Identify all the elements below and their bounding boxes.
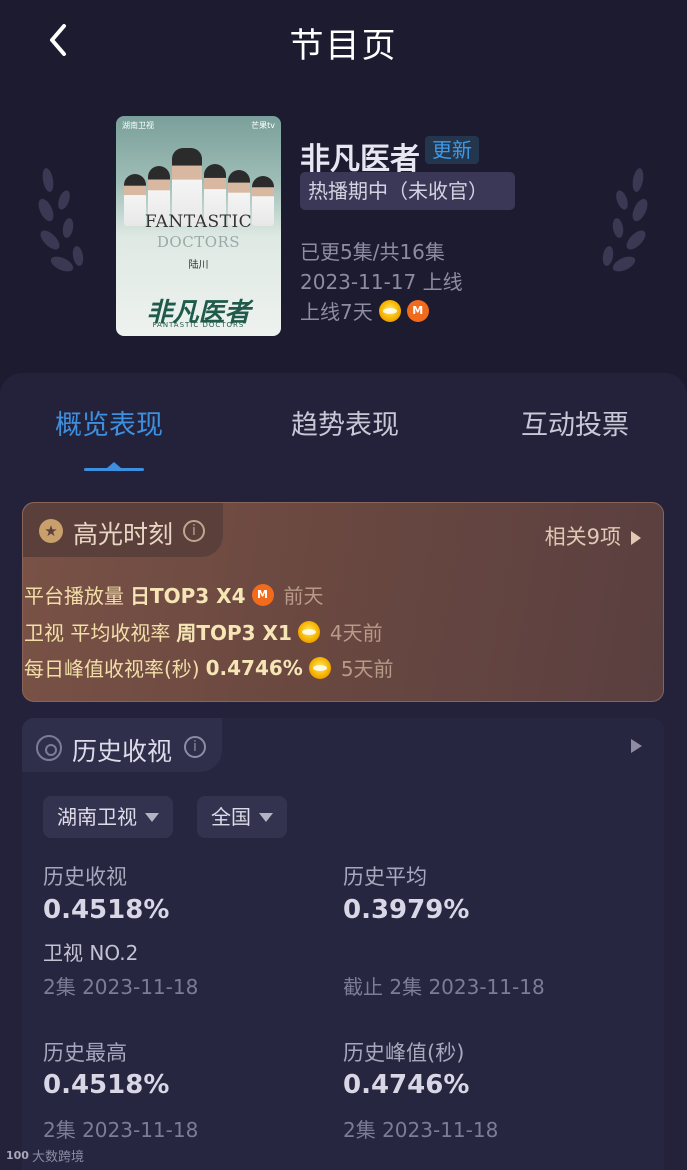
stat-label: 历史最高 xyxy=(43,1041,127,1065)
stat-sub: 截止 2集 2023-11-18 xyxy=(343,975,545,999)
highlight-row: 平台播放量 日TOP3 X4 M 前天 xyxy=(24,583,324,608)
stat-rank: 卫视 NO.2 xyxy=(43,941,139,965)
info-icon[interactable]: i xyxy=(183,520,205,542)
laurel-left-icon xyxy=(38,168,84,272)
days-online-row: 上线7天 M xyxy=(300,296,429,325)
stat-label: 历史平均 xyxy=(343,865,427,889)
hunan-tv-icon xyxy=(297,620,320,643)
watermark: 100 大数跨境 xyxy=(6,1149,84,1165)
release-date: 2023-11-17 上线 xyxy=(300,270,463,294)
days-online: 上线7天 xyxy=(300,300,373,324)
tab-bar: 概览表现 趋势表现 互动投票 xyxy=(0,403,687,473)
tab-vote[interactable]: 互动投票 xyxy=(521,403,629,442)
header-bar: 节目页 xyxy=(0,0,687,90)
highlight-row: 卫视 平均收视率 周TOP3 X1 4天前 xyxy=(24,620,383,645)
show-poster[interactable]: 湖南卫视 芒果tv FANTASTIC DOCTORS 陆川 非凡医者 FANT… xyxy=(116,116,281,336)
history-title: 历史收视 xyxy=(72,737,173,766)
caret-down-icon xyxy=(259,812,273,822)
stat-value: 0.4518% xyxy=(43,895,170,925)
stat-sub: 2集 2023-11-18 xyxy=(43,975,199,999)
highlights-title: 高光时刻 xyxy=(73,520,174,549)
stat-sub: 2集 2023-11-18 xyxy=(343,1118,499,1142)
watermark-logo: 100 xyxy=(6,1149,29,1162)
region-dropdown[interactable]: 全国 xyxy=(197,796,287,838)
stat-value: 0.3979% xyxy=(343,895,470,925)
tab-overview[interactable]: 概览表现 xyxy=(55,403,163,442)
tab-trend[interactable]: 趋势表现 xyxy=(291,403,399,442)
stat-label: 历史收视 xyxy=(43,865,127,889)
highlights-more-link[interactable]: 相关9项 xyxy=(545,521,641,551)
laurel-right-icon xyxy=(602,168,648,272)
channel-dropdown[interactable]: 湖南卫视 xyxy=(43,796,173,838)
poster-logo-mango: 芒果tv xyxy=(251,121,275,130)
airing-status: 热播期中（未收官） xyxy=(300,172,515,210)
play-arrow-icon[interactable] xyxy=(631,739,642,753)
star-icon: ★ xyxy=(39,519,63,543)
hunan-tv-icon xyxy=(308,656,331,679)
tab-indicator xyxy=(84,468,144,471)
play-arrow-icon xyxy=(631,531,641,545)
stat-value: 0.4518% xyxy=(43,1070,170,1100)
highlight-row: 每日峰值收视率(秒) 0.4746% 5天前 xyxy=(24,655,394,682)
mango-tv-icon: M xyxy=(251,583,274,606)
info-icon[interactable]: i xyxy=(184,736,206,758)
stat-label: 历史峰值(秒) xyxy=(343,1041,465,1065)
poster-en-title: FANTASTIC DOCTORS xyxy=(144,212,253,251)
update-badge: 更新 xyxy=(425,136,479,164)
hunan-tv-icon xyxy=(378,299,401,322)
mango-tv-icon: M xyxy=(406,299,429,322)
episode-count: 已更5集/共16集 xyxy=(300,240,445,264)
stat-value: 0.4746% xyxy=(343,1070,470,1100)
poster-actor: 陆川 xyxy=(188,260,209,271)
page-title: 节目页 xyxy=(289,26,398,66)
caret-down-icon xyxy=(145,812,159,822)
poster-logo-hunan: 湖南卫视 xyxy=(122,121,154,130)
stat-sub: 2集 2023-11-18 xyxy=(43,1118,199,1142)
poster-en-sub: FANTASTIC DOCTORS xyxy=(152,321,245,329)
film-reel-icon xyxy=(36,735,62,761)
